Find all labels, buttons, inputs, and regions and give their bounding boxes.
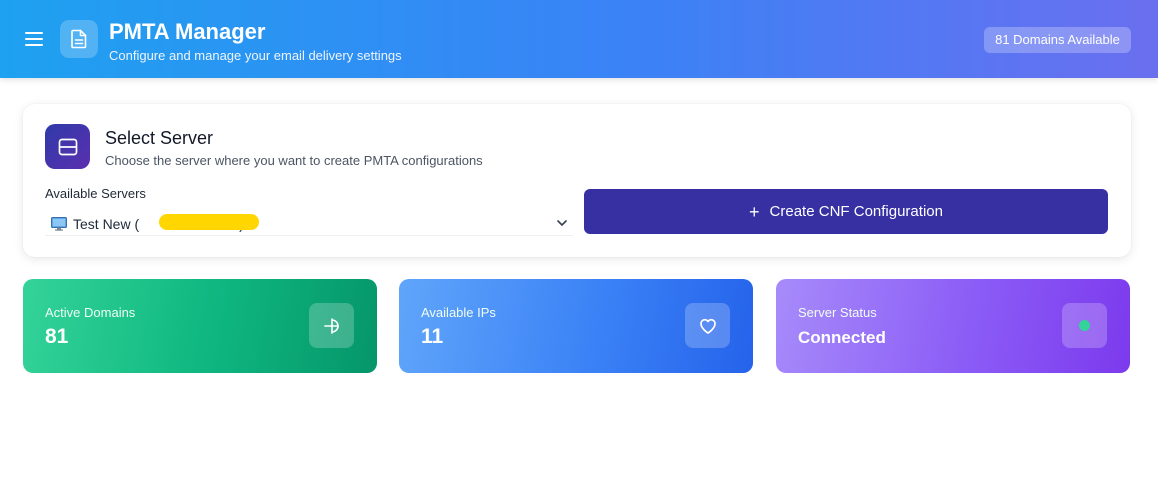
card-subtitle: Choose the server where you want to crea… [105,153,483,168]
active-domains-card: Active Domains 81 [23,279,377,373]
select-server-card: Select Server Choose the server where yo… [23,104,1131,257]
server-icon [45,124,90,169]
stat-label: Available IPs [421,305,496,320]
app-title: PMTA Manager [109,19,266,44]
stat-value: 11 [421,325,444,348]
monitor-icon [51,216,67,231]
create-cnf-configuration-button[interactable]: + Create CNF Configuration [584,189,1108,234]
server-select[interactable]: Test New ( ) [45,212,573,236]
document-icon [60,20,98,58]
hamburger-menu-icon[interactable] [25,31,43,47]
app-header: PMTA Manager Configure and manage your e… [0,0,1158,78]
stat-label: Active Domains [45,305,136,320]
stat-label: Server Status [798,305,877,320]
stat-value: Connected [798,328,886,347]
available-servers-label: Available Servers [45,186,146,201]
stat-value: 81 [45,325,69,348]
selected-server-value: Test New ( [73,215,140,232]
create-button-label: Create CNF Configuration [769,203,943,220]
domains-available-badge: 81 Domains Available [984,27,1131,53]
domain-icon [309,303,354,348]
available-ips-card: Available IPs 11 [399,279,753,373]
chevron-down-icon [557,220,567,226]
plus-icon: + [749,201,760,222]
app-subtitle: Configure and manage your email delivery… [109,48,402,63]
card-title: Select Server [105,128,214,148]
server-status-card: Server Status Connected [776,279,1130,373]
status-dot-icon [1062,303,1107,348]
redaction-mark [159,214,259,230]
heart-icon [685,303,730,348]
